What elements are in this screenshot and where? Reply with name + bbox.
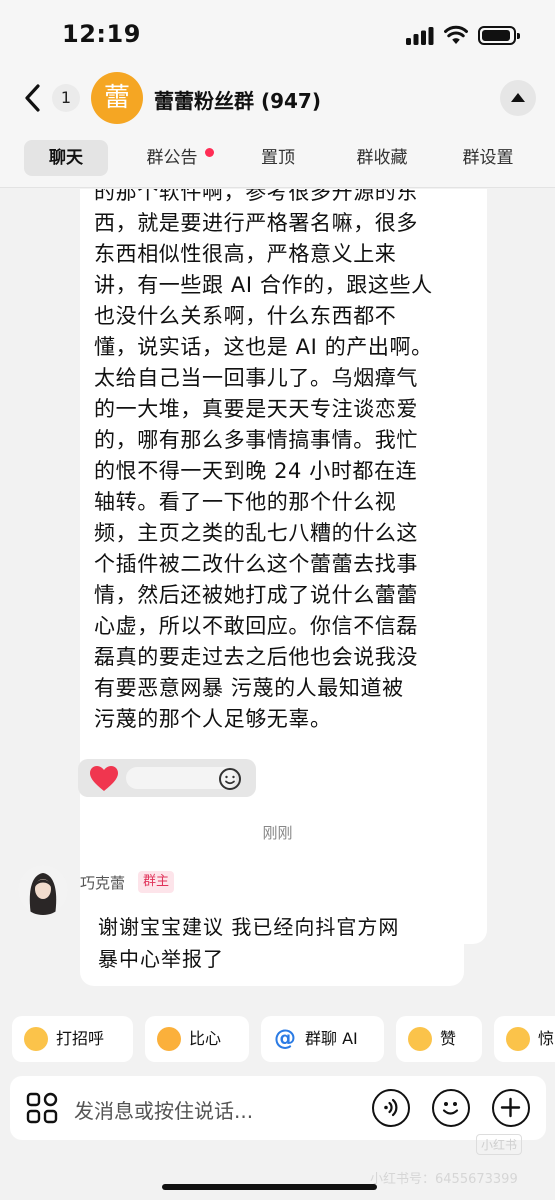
- apps-grid-icon[interactable]: [26, 1092, 58, 1124]
- message-line: 西，就是要进行严格署名嘛，很多: [94, 211, 418, 235]
- chat-header: 1 蕾 蕾蕾粉丝群 (947): [0, 70, 555, 128]
- quick-reply-group-ai[interactable]: @ 群聊 AI: [261, 1016, 384, 1062]
- watermark-text: 小红书号：6455673399: [370, 1172, 518, 1187]
- wave-emoji-icon: [24, 1027, 48, 1051]
- add-reaction-icon[interactable]: [218, 767, 242, 791]
- at-icon: @: [273, 1026, 297, 1051]
- cellular-signal-icon: [406, 27, 434, 45]
- message-line: 轴转。看了一下他的那个什么视: [94, 490, 397, 514]
- heart-hands-emoji-icon: [157, 1027, 181, 1051]
- tab-announcement[interactable]: 群公告: [130, 140, 214, 176]
- message-line: 磊真的要走过去之后他也会说我没: [94, 645, 418, 669]
- group-title[interactable]: 蕾蕾粉丝群 (947): [154, 85, 321, 114]
- reaction-bar[interactable]: [78, 759, 256, 797]
- message-line: 暴中心举报了: [98, 947, 224, 971]
- message-line: 的，哪有那么多事情搞事情。我忙: [94, 428, 418, 452]
- announcement-unread-dot: [205, 148, 214, 157]
- tab-pinned[interactable]: 置顶: [236, 140, 320, 176]
- message-line: 东西相似性很高，严格意义上来: [94, 242, 397, 266]
- message-line: 污蔑的那个人足够无辜。: [94, 707, 332, 731]
- message-line: 个插件被二改什么这个蕾蕾去找事: [94, 552, 418, 576]
- message-input-bar: 发消息或按住说话... 小红书 小红书号：6455673399: [0, 1070, 555, 1200]
- message-input[interactable]: 发消息或按住说话...: [10, 1076, 546, 1140]
- message-line: 的那个软件啊，参考很多开源的东: [94, 189, 418, 204]
- quick-reply-greet[interactable]: 打招呼: [12, 1016, 133, 1062]
- group-avatar[interactable]: 蕾: [91, 72, 143, 124]
- message-line: 谢谢宝宝建议 我已经向抖官方网: [98, 915, 400, 939]
- message-line: 讲，有一些跟 AI 合作的，跟这些人: [94, 273, 433, 297]
- message-line: 也没什么关系啊，什么东西都不: [94, 304, 397, 328]
- wifi-icon: [444, 25, 468, 44]
- more-button[interactable]: [492, 1089, 530, 1127]
- message-line: 频，主页之类的乱七八糟的什么这: [94, 521, 418, 545]
- watermark-logo: 小红书: [476, 1134, 523, 1155]
- sender-portrait-icon: [18, 865, 68, 915]
- message-line: 情，然后还被她打成了说什么蕾蕾: [94, 583, 418, 607]
- quick-reply-like[interactable]: 赞: [396, 1016, 482, 1062]
- group-tabs: 聊天 群公告 置顶 群收藏 群设置: [0, 128, 555, 188]
- status-bar: 12:19: [0, 0, 555, 70]
- back-chevron-icon[interactable]: [20, 82, 46, 114]
- quick-reply-bar: 打招呼 比心 @ 群聊 AI 赞 惊: [0, 1010, 555, 1070]
- message-line: 心虚，所以不敢回应。你信不信磊: [94, 614, 418, 638]
- chat-area[interactable]: 的那个软件啊，参考很多开源的东 西，就是要进行严格署名嘛，很多 东西相似性很高，…: [0, 189, 555, 1010]
- tab-chat[interactable]: 聊天: [24, 140, 108, 176]
- message-line: 的恨不得一天到晚 24 小时都在连: [94, 459, 418, 483]
- unread-count-badge[interactable]: 1: [52, 84, 80, 112]
- heart-reaction-icon[interactable]: [90, 766, 118, 792]
- input-placeholder[interactable]: 发消息或按住说话...: [74, 1095, 253, 1124]
- smiley-icon: [442, 1102, 459, 1115]
- tab-settings[interactable]: 群设置: [446, 140, 530, 176]
- voice-button[interactable]: [372, 1089, 410, 1127]
- collapse-button[interactable]: [500, 80, 536, 116]
- message-line: 懂，说实话，这也是 AI 的产出啊。: [94, 335, 433, 359]
- message-line: 有要恶意网暴 污蔑的人最知道被: [94, 676, 404, 700]
- message-timestamp: 刚刚: [262, 824, 293, 842]
- surprised-emoji-icon: [506, 1027, 530, 1051]
- group-owner-badge: 群主: [138, 871, 175, 893]
- status-time: 12:19: [62, 20, 141, 48]
- quick-reply-heart[interactable]: 比心: [145, 1016, 249, 1062]
- message-line: 的一大堆，真要是天天专注谈恋爱: [94, 397, 418, 421]
- message-bubble[interactable]: 谢谢宝宝建议 我已经向抖官方网 暴中心举报了: [80, 902, 464, 986]
- tab-favorites[interactable]: 群收藏: [340, 140, 424, 176]
- plus-icon: [500, 1097, 521, 1118]
- battery-icon: [478, 26, 520, 45]
- avatar[interactable]: [18, 865, 68, 915]
- thumbs-up-emoji-icon: [408, 1027, 432, 1051]
- message-line: 太给自己当一回事儿了。乌烟瘴气: [94, 366, 418, 390]
- quick-reply-surprised[interactable]: 惊: [494, 1016, 555, 1062]
- sender-name[interactable]: 巧克蕾: [80, 872, 125, 893]
- emoji-button[interactable]: [432, 1089, 470, 1127]
- home-indicator: [162, 1184, 377, 1190]
- voice-wave-icon: [384, 1098, 398, 1117]
